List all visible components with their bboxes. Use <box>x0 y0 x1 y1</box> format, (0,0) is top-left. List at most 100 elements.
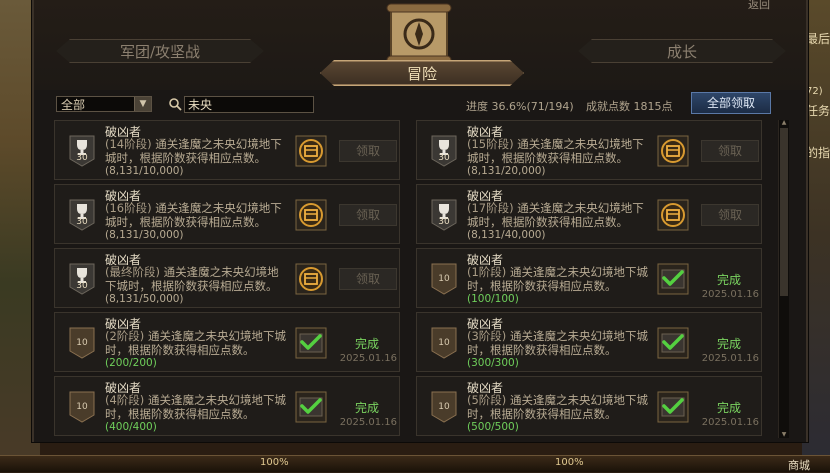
achievement-stage: (2阶段) <box>105 329 145 343</box>
achievement-progress: (500/500) <box>467 421 519 433</box>
badge-points: 10 <box>438 274 450 284</box>
claim-button[interactable]: 领取 <box>701 204 759 226</box>
game-hud-bar: 100% 100% 商城 <box>0 455 830 472</box>
tab-growth[interactable]: 成长 <box>578 39 786 63</box>
badge-points: 10 <box>76 338 88 348</box>
badge-points: 30 <box>438 217 450 227</box>
chevron-down-icon[interactable]: ▼ <box>134 97 151 111</box>
achievement-card: 30 破凶者 (15阶段) 通关逢魔之未央幻境地下城时，根据阶数获得相应点数。 (8,… <box>416 120 762 180</box>
achievement-progress: (8,131/30,000) <box>105 229 184 241</box>
achievement-progress: (8,131/50,000) <box>105 293 184 305</box>
completed-label: 完成 <box>716 337 741 351</box>
scroll-down-icon[interactable]: ▼ <box>780 432 788 438</box>
shop-button[interactable]: 商城 <box>788 457 810 473</box>
achievement-progress: (8,131/40,000) <box>467 229 546 241</box>
achievement-description: (17阶段) 通关逢魔之未央幻境地下城时，根据阶数获得相应点数。 <box>467 201 651 229</box>
achievement-description: (4阶段) 通关逢魔之未央幻境地下城时，根据阶数获得相应点数。 <box>105 393 289 421</box>
filter-row: 全部 ▼ 未央 进度 36.6%(71/194) 成就点数 1815点 全部领取 <box>56 92 796 116</box>
achievement-card: 10 破凶者 (3阶段) 通关逢魔之未央幻境地下城时，根据阶数获得相应点数。 (300… <box>416 312 762 372</box>
badge-points: 30 <box>76 281 88 291</box>
achievement-description: (2阶段) 通关逢魔之未央幻境地下城时，根据阶数获得相应点数。 <box>105 329 289 357</box>
achievement-card: 30 破凶者 (最终阶段) 通关逢魔之未央幻境地下城时，根据阶数获得相应点数。 (8,… <box>54 248 400 308</box>
completed-date: 2025.01.16 <box>701 353 759 364</box>
achievement-progress: (100/100) <box>467 293 519 305</box>
achievement-card: 10 破凶者 (5阶段) 通关逢魔之未央幻境地下城时，根据阶数获得相应点数。 (500… <box>416 376 762 436</box>
completed-label: 完成 <box>716 273 741 287</box>
reward-chest-icon <box>657 135 689 167</box>
achievement-progress: (300/300) <box>467 357 519 369</box>
window-header: 返回 军团/攻坚战 成长 冒险 <box>34 0 806 90</box>
search-input[interactable]: 未央 <box>184 96 314 113</box>
badge-points: 30 <box>76 153 88 163</box>
badge-points: 10 <box>76 402 88 412</box>
side-text-4: 的指 <box>806 146 830 160</box>
achievement-points: 成就点数 1815点 <box>586 100 673 113</box>
completed-date: 2025.01.16 <box>339 353 397 364</box>
side-text-3: 任务 <box>806 104 830 118</box>
achievement-card: 30 破凶者 (16阶段) 通关逢魔之未央幻境地下城时，根据阶数获得相应点数。 (8,… <box>54 184 400 244</box>
achievement-description: (15阶段) 通关逢魔之未央幻境地下城时，根据阶数获得相应点数。 <box>467 137 651 165</box>
completed-date: 2025.01.16 <box>701 417 759 428</box>
tab-adventure[interactable]: 冒险 <box>320 60 524 86</box>
achievement-stage: (3阶段) <box>467 329 507 343</box>
claim-button[interactable]: 领取 <box>339 268 397 290</box>
achievement-description: (最终阶段) 通关逢魔之未央幻境地下城时，根据阶数获得相应点数。 <box>105 265 289 293</box>
reward-chest-icon <box>295 135 327 167</box>
achievement-stage: (17阶段) <box>467 201 514 215</box>
achievement-stage: (4阶段) <box>105 393 145 407</box>
claim-all-button[interactable]: 全部领取 <box>691 92 771 114</box>
scroll-emblem-icon <box>386 3 452 65</box>
achievement-card: 30 破凶者 (17阶段) 通关逢魔之未央幻境地下城时，根据阶数获得相应点数。 (8,… <box>416 184 762 244</box>
check-complete-icon <box>295 327 327 359</box>
side-text-2: 72) <box>806 86 823 97</box>
badge-points: 30 <box>438 153 450 163</box>
hp-percent: 100% <box>260 457 289 468</box>
completed-label: 完成 <box>716 401 741 415</box>
achievement-progress: (8,131/10,000) <box>105 165 184 177</box>
achievement-stage: (16阶段) <box>105 201 152 215</box>
claim-button[interactable]: 领取 <box>339 204 397 226</box>
claim-button[interactable]: 领取 <box>701 140 759 162</box>
badge-points: 30 <box>76 217 88 227</box>
badge-points: 10 <box>438 402 450 412</box>
reward-chest-icon <box>295 199 327 231</box>
return-link[interactable]: 返回 <box>748 0 770 12</box>
achievement-card: 30 破凶者 (14阶段) 通关逢魔之未央幻境地下城时，根据阶数获得相应点数。 (8,… <box>54 120 400 180</box>
achievement-description: (16阶段) 通关逢魔之未央幻境地下城时，根据阶数获得相应点数。 <box>105 201 289 229</box>
achievement-card: 10 破凶者 (2阶段) 通关逢魔之未央幻境地下城时，根据阶数获得相应点数。 (200… <box>54 312 400 372</box>
achievement-progress: (8,131/20,000) <box>467 165 546 177</box>
claim-button[interactable]: 领取 <box>339 140 397 162</box>
achievement-stage: (5阶段) <box>467 393 507 407</box>
achievement-progress: (200/200) <box>105 357 157 369</box>
achievement-description: (5阶段) 通关逢魔之未央幻境地下城时，根据阶数获得相应点数。 <box>467 393 651 421</box>
achievement-description: (14阶段) 通关逢魔之未央幻境地下城时，根据阶数获得相应点数。 <box>105 137 289 165</box>
achievement-stage: (14阶段) <box>105 137 152 151</box>
achievement-description: (1阶段) 通关逢魔之未央幻境地下城时，根据阶数获得相应点数。 <box>467 265 651 293</box>
achievement-list: 30 破凶者 (14阶段) 通关逢魔之未央幻境地下城时，根据阶数获得相应点数。 (8,… <box>54 118 788 440</box>
search-icon <box>169 98 182 111</box>
check-complete-icon <box>295 391 327 423</box>
progress-text: 进度 36.6%(71/194) <box>466 100 574 113</box>
achievement-stage: (最终阶段) <box>105 265 160 279</box>
check-complete-icon <box>657 327 689 359</box>
scroll-up-icon[interactable]: ▲ <box>780 120 788 126</box>
completed-label: 完成 <box>354 337 379 351</box>
check-complete-icon <box>657 263 689 295</box>
achievement-card: 10 破凶者 (4阶段) 通关逢魔之未央幻境地下城时，根据阶数获得相应点数。 (400… <box>54 376 400 436</box>
achievement-card: 10 破凶者 (1阶段) 通关逢魔之未央幻境地下城时，根据阶数获得相应点数。 (100… <box>416 248 762 308</box>
check-complete-icon <box>657 391 689 423</box>
achievement-progress: (400/400) <box>105 421 157 433</box>
badge-points: 10 <box>438 338 450 348</box>
achievement-stage: (15阶段) <box>467 137 514 151</box>
mp-percent: 100% <box>555 457 584 468</box>
achievement-description: (3阶段) 通关逢魔之未央幻境地下城时，根据阶数获得相应点数。 <box>467 329 651 357</box>
achievement-window: 返回 军团/攻坚战 成长 冒险 全部 ▼ 未央 进度 36.6%(71/194)… <box>32 0 808 442</box>
scroll-thumb[interactable] <box>780 128 788 296</box>
completed-date: 2025.01.16 <box>339 417 397 428</box>
reward-chest-icon <box>295 263 327 295</box>
tab-legion-siege[interactable]: 军团/攻坚战 <box>56 39 264 63</box>
reward-chest-icon <box>657 199 689 231</box>
category-dropdown[interactable]: 全部 ▼ <box>56 96 152 112</box>
list-scrollbar[interactable]: ▲ ▼ <box>778 120 789 438</box>
completed-label: 完成 <box>354 401 379 415</box>
